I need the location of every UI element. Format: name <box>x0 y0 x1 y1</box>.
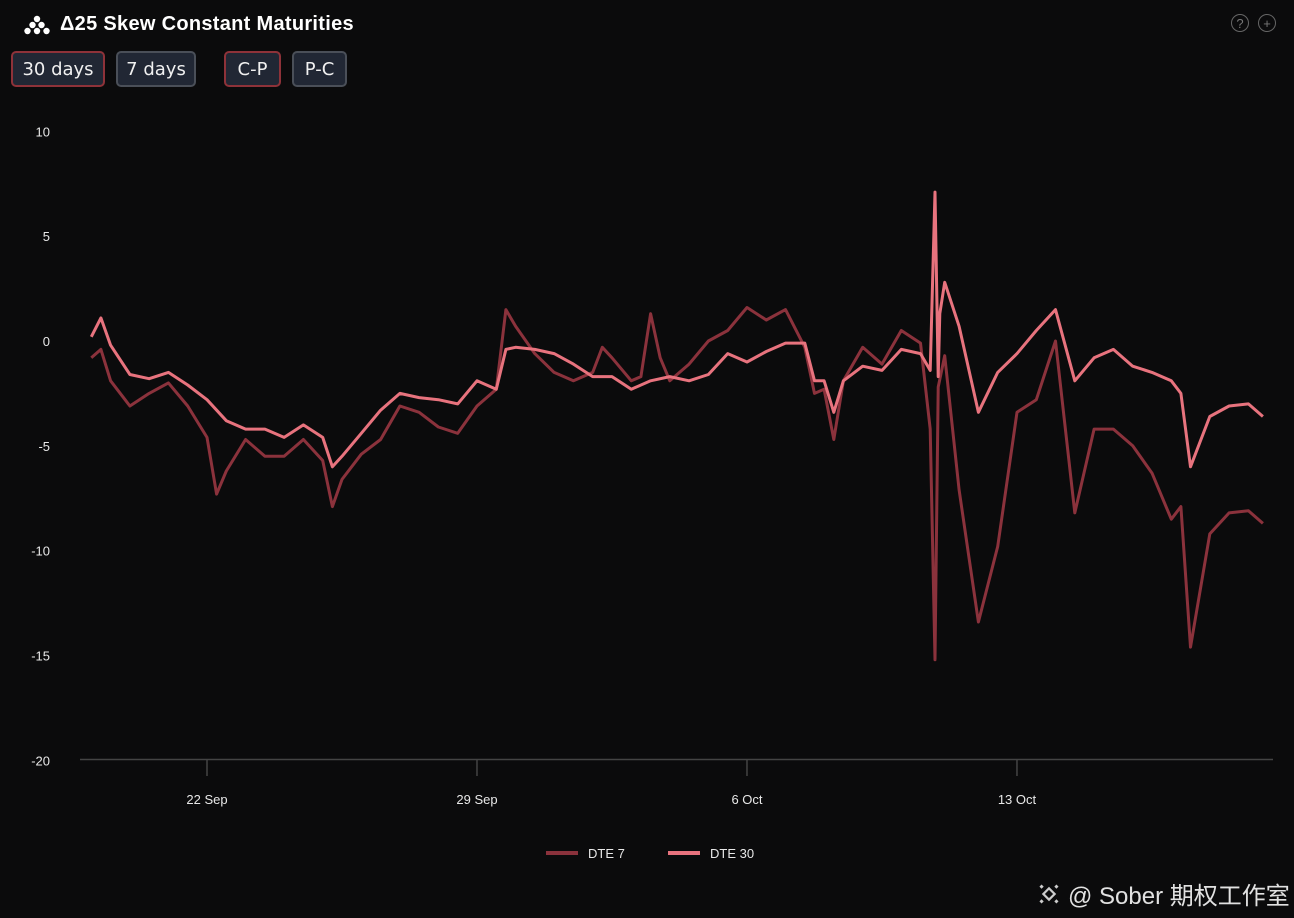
skew-line-chart: 1050-5-10-15-20 22 Sep 29 Sep 6 Oct 13 Oct … <box>31 124 1273 861</box>
y-tick-label: -10 <box>31 544 50 559</box>
watermark-text: @ Sober 期权工作室 <box>1068 883 1290 910</box>
x-axis: 22 Sep 29 Sep 6 Oct 13 Oct <box>186 760 1037 807</box>
x-tick-label: 13 Oct <box>998 792 1037 807</box>
legend-item-dte-7[interactable]: DTE 7 <box>546 846 625 861</box>
legend-item-dte-30[interactable]: DTE 30 <box>668 846 754 861</box>
y-tick-label: -20 <box>31 753 50 768</box>
series-lines <box>89 190 1264 662</box>
watermark: @ Sober 期权工作室 <box>1036 876 1290 911</box>
y-tick-label: -15 <box>31 649 50 664</box>
x-tick-label: 29 Sep <box>456 792 497 807</box>
y-axis: 10 5 0 -5 -10 -15 -20 <box>31 124 50 768</box>
x-tick-label: 22 Sep <box>186 792 227 807</box>
y-tick-label: 5 <box>43 229 50 244</box>
series-line-dte-30 <box>89 190 1264 469</box>
legend-label: DTE 30 <box>710 846 754 861</box>
binance-diamond-icon <box>1039 883 1059 904</box>
y-tick-label: 10 <box>36 124 50 139</box>
legend-label: DTE 7 <box>588 846 625 861</box>
x-tick-label: 6 Oct <box>731 792 762 807</box>
series-line-dte-7 <box>90 306 1264 662</box>
y-tick-label: -5 <box>38 439 50 454</box>
y-tick-label: 0 <box>43 334 50 349</box>
legend[interactable]: DTE 7 DTE 30 <box>546 846 754 861</box>
